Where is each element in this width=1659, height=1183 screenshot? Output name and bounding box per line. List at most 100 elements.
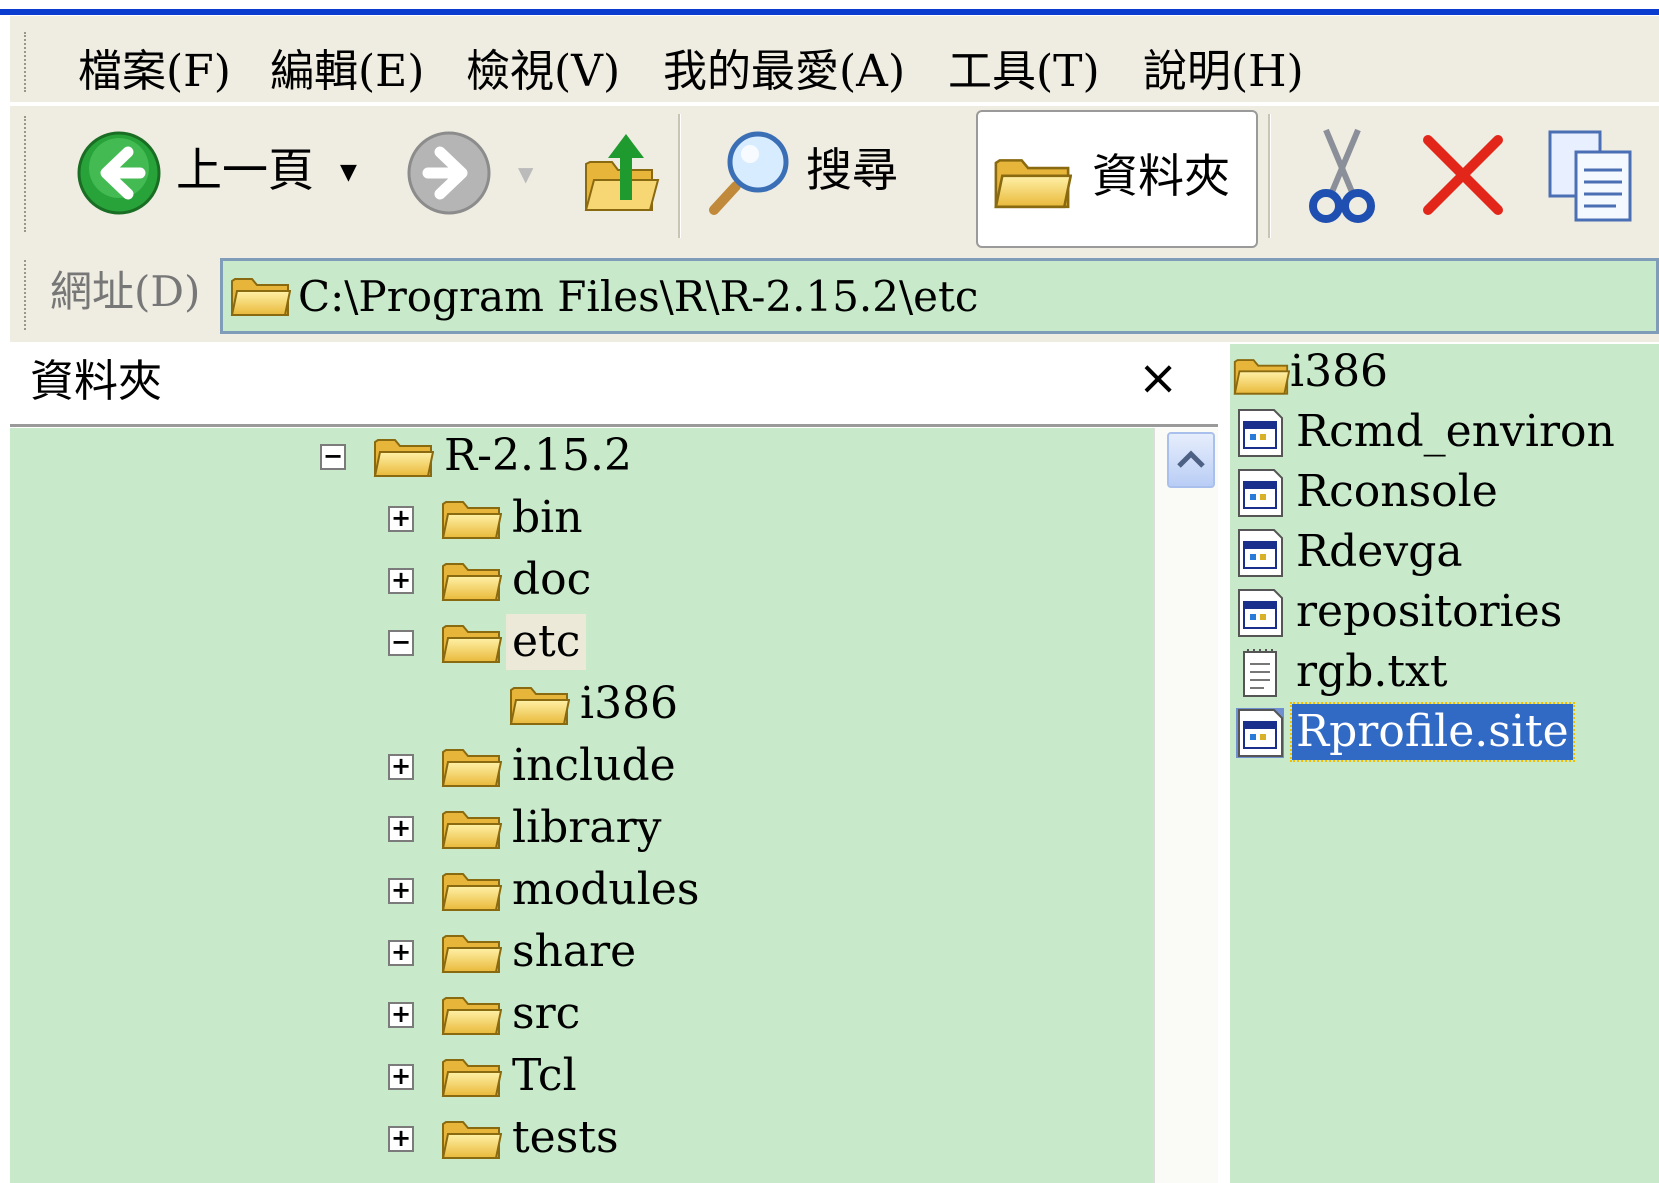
tree-label[interactable]: library	[506, 800, 667, 856]
address-bar: 網址(D) C:\Program Files\R\R-2.15.2\etc	[10, 252, 1659, 342]
standard-toolbar: 上一頁 ▼ ▼ 搜尋 資料夾	[10, 104, 1659, 252]
toolbar-grip[interactable]	[24, 116, 31, 232]
file-item-repositories[interactable]: repositories	[1230, 584, 1650, 644]
delete-icon[interactable]	[1420, 132, 1506, 218]
tree-label[interactable]: R-2.15.2	[438, 428, 638, 484]
expand-icon[interactable]: +	[388, 568, 414, 594]
expand-icon[interactable]: +	[388, 754, 414, 780]
expand-icon[interactable]: +	[388, 506, 414, 532]
file-label[interactable]: Rcmd_environ	[1292, 404, 1619, 460]
tree-label[interactable]: modules	[506, 862, 705, 918]
file-item-rprofile-site[interactable]: Rprofile.site	[1230, 702, 1650, 764]
menu-favorites[interactable]: 我的最愛(A)	[663, 42, 905, 102]
tree-node-tcl[interactable]: + Tcl	[388, 1048, 688, 1104]
tree-label[interactable]: Tcl	[506, 1048, 583, 1104]
folder-icon	[372, 432, 434, 480]
folder-icon	[440, 866, 502, 914]
file-item-rconsole[interactable]: Rconsole	[1230, 464, 1650, 524]
tree-node-bin[interactable]: + bin	[388, 490, 688, 546]
tree-node-tests[interactable]: + tests	[388, 1110, 688, 1166]
tree-node-etc[interactable]: − etc	[388, 614, 688, 670]
back-button[interactable]: 上一頁 ▼	[72, 126, 402, 226]
tree-node-src[interactable]: + src	[388, 986, 688, 1042]
menu-tools[interactable]: 工具(T)	[948, 42, 1100, 102]
folder-icon	[440, 556, 502, 604]
tree-node-r-2-15-2[interactable]: − R-2.15.2	[320, 428, 720, 484]
folder-icon	[1232, 352, 1290, 398]
system-file-icon	[1236, 468, 1284, 518]
tree-node-modules[interactable]: + modules	[388, 862, 699, 918]
system-file-icon	[1236, 528, 1284, 578]
tree-label[interactable]: bin	[506, 490, 589, 546]
pane-splitter[interactable]	[1218, 344, 1230, 1183]
expand-icon[interactable]: +	[388, 816, 414, 842]
copy-icon[interactable]	[1546, 128, 1636, 224]
menubar-grip[interactable]	[24, 32, 31, 92]
menu-bar: 檔案(F) 編輯(E) 檢視(V) 我的最愛(A) 工具(T) 說明(H)	[10, 16, 1659, 102]
tree-label[interactable]: i386	[574, 676, 684, 732]
cut-scissors-icon[interactable]	[1300, 126, 1384, 226]
selected-file-label[interactable]: Rprofile.site	[1290, 702, 1575, 762]
folders-icon	[992, 136, 1072, 226]
expand-icon[interactable]: +	[388, 878, 414, 904]
expand-icon[interactable]: +	[388, 1064, 414, 1090]
back-label: 上一頁	[176, 143, 314, 197]
forward-button[interactable]: ▼	[406, 128, 546, 224]
folder-icon	[440, 1114, 502, 1162]
up-folder-icon[interactable]	[582, 130, 662, 220]
collapse-icon[interactable]: −	[320, 444, 346, 470]
menu-help[interactable]: 說明(H)	[1143, 42, 1304, 102]
folder-icon	[440, 618, 502, 666]
file-item-rgb-txt[interactable]: rgb.txt	[1230, 644, 1650, 704]
folder-icon	[229, 271, 291, 319]
folders-pane-title: 資料夾	[30, 356, 162, 407]
collapse-icon[interactable]: −	[388, 630, 414, 656]
address-input[interactable]: C:\Program Files\R\R-2.15.2\etc	[298, 267, 978, 327]
folder-icon	[440, 742, 502, 790]
system-file-icon	[1236, 408, 1284, 458]
tree-label[interactable]: share	[506, 924, 642, 980]
folders-button[interactable]: 資料夾	[976, 110, 1258, 248]
menu-edit[interactable]: 編輯(E)	[270, 42, 424, 102]
search-icon	[709, 131, 789, 215]
forward-dropdown-icon: ▼	[518, 162, 534, 186]
tree-label[interactable]: include	[506, 738, 682, 794]
tree-node-share[interactable]: + share	[388, 924, 688, 980]
tree-label[interactable]: src	[506, 986, 586, 1042]
tree-label[interactable]: doc	[506, 552, 597, 608]
chevron-up-icon	[1177, 450, 1205, 468]
file-item-i386[interactable]: i386	[1230, 344, 1650, 404]
search-label: 搜尋	[806, 143, 898, 197]
tree-label[interactable]: tests	[506, 1110, 625, 1166]
forward-arrow-icon	[407, 131, 491, 215]
search-button[interactable]: 搜尋	[700, 126, 924, 226]
tree-node-include[interactable]: + include	[388, 738, 688, 794]
expand-icon[interactable]: +	[388, 1126, 414, 1152]
file-label[interactable]: i386	[1286, 344, 1392, 400]
addressbar-grip[interactable]	[24, 260, 31, 330]
file-item-rcmd-environ[interactable]: Rcmd_environ	[1230, 404, 1650, 464]
file-label[interactable]: repositories	[1292, 584, 1566, 640]
folder-icon	[508, 680, 570, 728]
address-field[interactable]: C:\Program Files\R\R-2.15.2\etc	[220, 258, 1659, 334]
tree-label-current[interactable]: etc	[506, 614, 587, 670]
expand-icon[interactable]: +	[388, 940, 414, 966]
expand-icon[interactable]: +	[388, 1002, 414, 1028]
system-file-icon	[1236, 588, 1284, 638]
file-label[interactable]: Rdevga	[1292, 524, 1467, 580]
file-label[interactable]: Rconsole	[1292, 464, 1502, 520]
back-dropdown-icon[interactable]: ▼	[340, 160, 357, 185]
back-arrow-icon	[77, 131, 161, 215]
tree-node-i386[interactable]: i386	[456, 676, 756, 732]
file-item-rdevga[interactable]: Rdevga	[1230, 524, 1650, 584]
close-pane-icon[interactable]: ×	[1138, 348, 1178, 408]
tree-scrollbar[interactable]	[1154, 428, 1221, 1183]
menu-view[interactable]: 檢視(V)	[466, 42, 620, 102]
folders-pane: 資料夾 × − R-2.15.2 + bin + doc − etc i386	[10, 344, 1228, 1183]
scroll-up-button[interactable]	[1167, 432, 1215, 488]
folder-icon	[440, 1052, 502, 1100]
tree-node-library[interactable]: + library	[388, 800, 688, 856]
file-label[interactable]: rgb.txt	[1292, 644, 1452, 700]
menu-file[interactable]: 檔案(F)	[78, 42, 231, 102]
tree-node-doc[interactable]: + doc	[388, 552, 688, 608]
